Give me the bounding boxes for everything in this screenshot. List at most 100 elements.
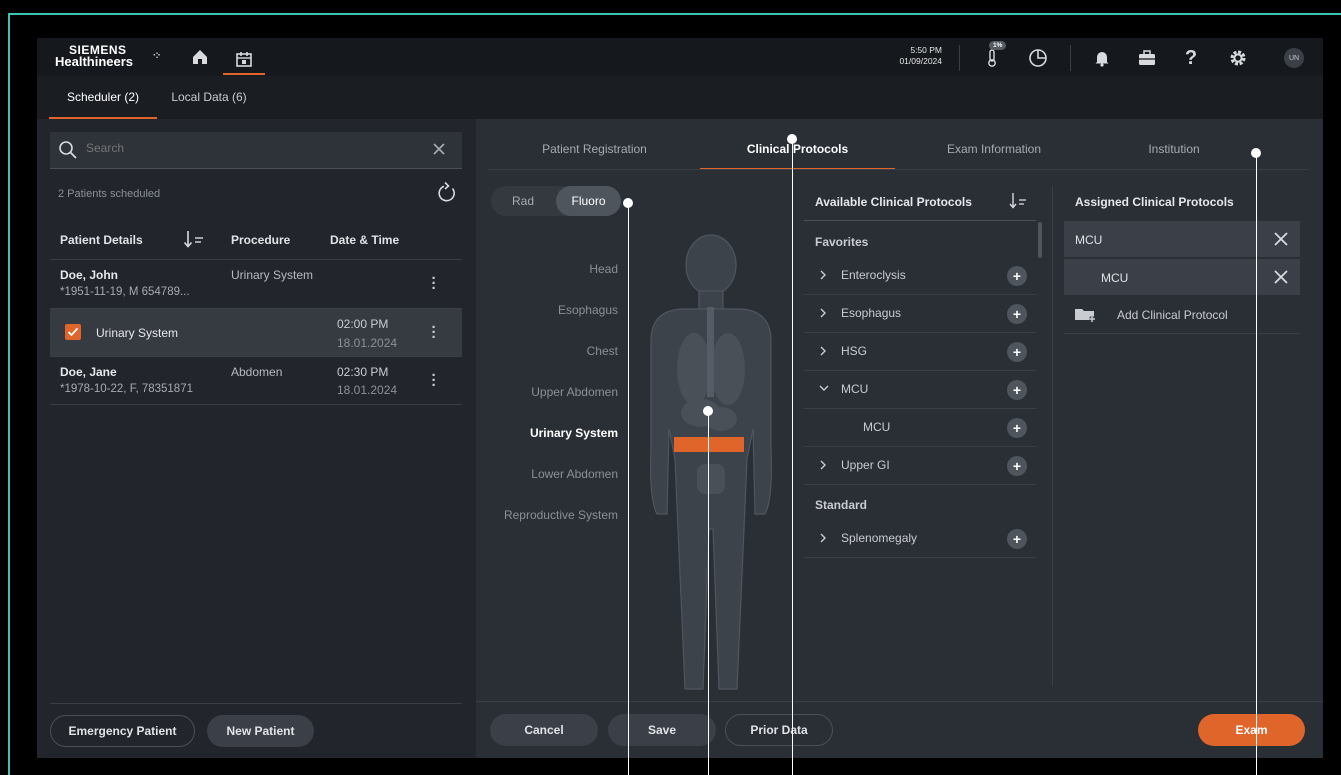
temperature-button[interactable] <box>981 47 1003 69</box>
table-row[interactable]: Urinary System 02:00 PM 18.01.2024 · · · <box>50 309 462 357</box>
chevron-right-icon[interactable] <box>818 307 828 319</box>
exam-setup-panel: Patient Registration Clinical Protocols … <box>476 119 1323 758</box>
assigned-protocols-title: Assigned Clinical Protocols <box>1075 195 1234 209</box>
callout-line <box>1256 153 1257 775</box>
callout-dot <box>703 406 713 416</box>
add-protocol-button[interactable]: + <box>1007 342 1027 362</box>
divider <box>50 703 462 704</box>
thermometer-icon <box>988 49 996 67</box>
callout-dot <box>787 134 797 144</box>
row-menu-icon[interactable]: · · · <box>431 368 437 393</box>
logo-dots-icon: ·:· <box>153 50 161 61</box>
tab-local-data[interactable]: Local Data (6) <box>159 76 259 119</box>
col-procedure[interactable]: Procedure <box>231 233 290 247</box>
body-silhouette[interactable] <box>641 229 781 699</box>
save-button[interactable]: Save <box>608 714 716 746</box>
region-esophagus[interactable]: Esophagus <box>558 303 618 317</box>
clock-date: 01/09/2024 <box>899 56 942 66</box>
notifications-button[interactable] <box>1091 47 1113 69</box>
list-item[interactable]: HSG + <box>804 333 1036 371</box>
list-item[interactable]: Esophagus + <box>804 295 1036 333</box>
cancel-button[interactable]: Cancel <box>490 714 598 746</box>
chevron-down-icon[interactable] <box>818 383 830 393</box>
region-reproductive-system[interactable]: Reproductive System <box>504 508 618 522</box>
divider <box>476 701 1323 702</box>
chevron-right-icon[interactable] <box>818 532 828 544</box>
tab-scheduler[interactable]: Scheduler (2) <box>49 76 157 119</box>
divider <box>1070 45 1071 71</box>
sort-icon[interactable] <box>1009 192 1029 210</box>
add-protocol-button[interactable]: + <box>1007 304 1027 324</box>
table-row[interactable]: Doe, John *1951-11-19, M 654789... Urina… <box>50 261 462 309</box>
callout-dot <box>1251 148 1261 158</box>
row-menu-icon[interactable]: · · · <box>431 271 437 296</box>
add-protocol-button[interactable]: + <box>1007 456 1027 476</box>
search-bar <box>50 132 462 169</box>
add-protocol-button[interactable]: + <box>1007 380 1027 400</box>
row-menu-icon[interactable]: · · · <box>431 320 437 345</box>
region-chest[interactable]: Chest <box>587 344 618 358</box>
exam-button[interactable]: Exam <box>1198 714 1305 746</box>
col-date-time[interactable]: Date & Time <box>330 233 399 247</box>
gear-icon <box>1230 50 1246 66</box>
calendar-patient-icon <box>236 51 252 67</box>
brand-logo: SIEMENS Healthineers ·:· <box>55 43 161 69</box>
bell-icon <box>1095 52 1109 67</box>
region-head[interactable]: Head <box>589 262 618 276</box>
scheduler-nav-button[interactable] <box>223 44 265 75</box>
list-item[interactable]: MCU <box>1064 220 1300 257</box>
chevron-right-icon[interactable] <box>818 345 828 357</box>
divider <box>1052 186 1053 686</box>
prior-data-button[interactable]: Prior Data <box>725 714 833 746</box>
new-patient-button[interactable]: New Patient <box>207 715 314 747</box>
list-item[interactable]: MCU + <box>804 409 1036 447</box>
callout-line <box>708 411 709 775</box>
tab-institution[interactable]: Institution <box>1076 137 1272 170</box>
checkbox-checked[interactable] <box>65 324 81 340</box>
home-nav-button[interactable] <box>186 44 214 70</box>
divider <box>959 45 960 71</box>
standard-header: Standard <box>815 498 868 512</box>
remove-icon[interactable] <box>1273 269 1289 285</box>
list-item[interactable]: Splenomegaly + <box>804 520 1036 558</box>
callout-line <box>792 139 793 775</box>
check-icon <box>67 327 79 337</box>
list-item[interactable]: Upper GI + <box>804 447 1036 485</box>
add-protocol-button[interactable]: + <box>1007 418 1027 438</box>
add-clinical-protocol-button[interactable]: Add Clinical Protocol <box>1064 296 1300 334</box>
emergency-patient-button[interactable]: Emergency Patient <box>50 715 195 747</box>
col-patient-details[interactable]: Patient Details <box>60 233 143 247</box>
scrollbar[interactable] <box>1038 222 1042 258</box>
clear-search-icon[interactable] <box>432 142 446 156</box>
temperature-badge: 1% <box>989 41 1007 50</box>
region-urinary-system[interactable]: Urinary System <box>530 426 618 440</box>
callout-dot <box>623 198 633 208</box>
list-item[interactable]: Enteroclysis + <box>804 257 1036 295</box>
add-protocol-button[interactable]: + <box>1007 529 1027 549</box>
list-item[interactable]: MCU + <box>804 371 1036 409</box>
tab-clinical-protocols[interactable]: Clinical Protocols <box>700 137 895 170</box>
add-protocol-button[interactable]: + <box>1007 266 1027 286</box>
table-row[interactable]: Doe, Jane *1978-10-22, F, 78351871 Abdom… <box>50 357 462 405</box>
list-item[interactable]: MCU <box>1064 258 1300 295</box>
chevron-right-icon[interactable] <box>818 459 828 471</box>
region-lower-abdomen[interactable]: Lower Abdomen <box>531 467 618 481</box>
home-icon <box>193 50 207 64</box>
callout-line <box>628 203 629 775</box>
tab-exam-information[interactable]: Exam Information <box>896 137 1092 170</box>
refresh-icon[interactable] <box>436 182 458 204</box>
favorites-header: Favorites <box>815 235 869 249</box>
usage-button[interactable] <box>1027 47 1049 69</box>
region-upper-abdomen[interactable]: Upper Abdomen <box>531 385 618 399</box>
settings-button[interactable] <box>1227 47 1249 69</box>
chevron-right-icon[interactable] <box>818 269 828 281</box>
patients-count: 2 Patients scheduled <box>58 188 161 200</box>
user-avatar[interactable]: UN <box>1284 48 1304 68</box>
toolbox-button[interactable] <box>1136 47 1158 69</box>
search-input[interactable] <box>86 141 386 155</box>
available-protocols-title: Available Clinical Protocols <box>815 195 972 209</box>
help-button[interactable]: ? <box>1180 47 1202 69</box>
sort-icon[interactable] <box>183 229 205 249</box>
patient-list-panel: 2 Patients scheduled Patient Details Pro… <box>50 132 462 758</box>
remove-icon[interactable] <box>1273 231 1289 247</box>
